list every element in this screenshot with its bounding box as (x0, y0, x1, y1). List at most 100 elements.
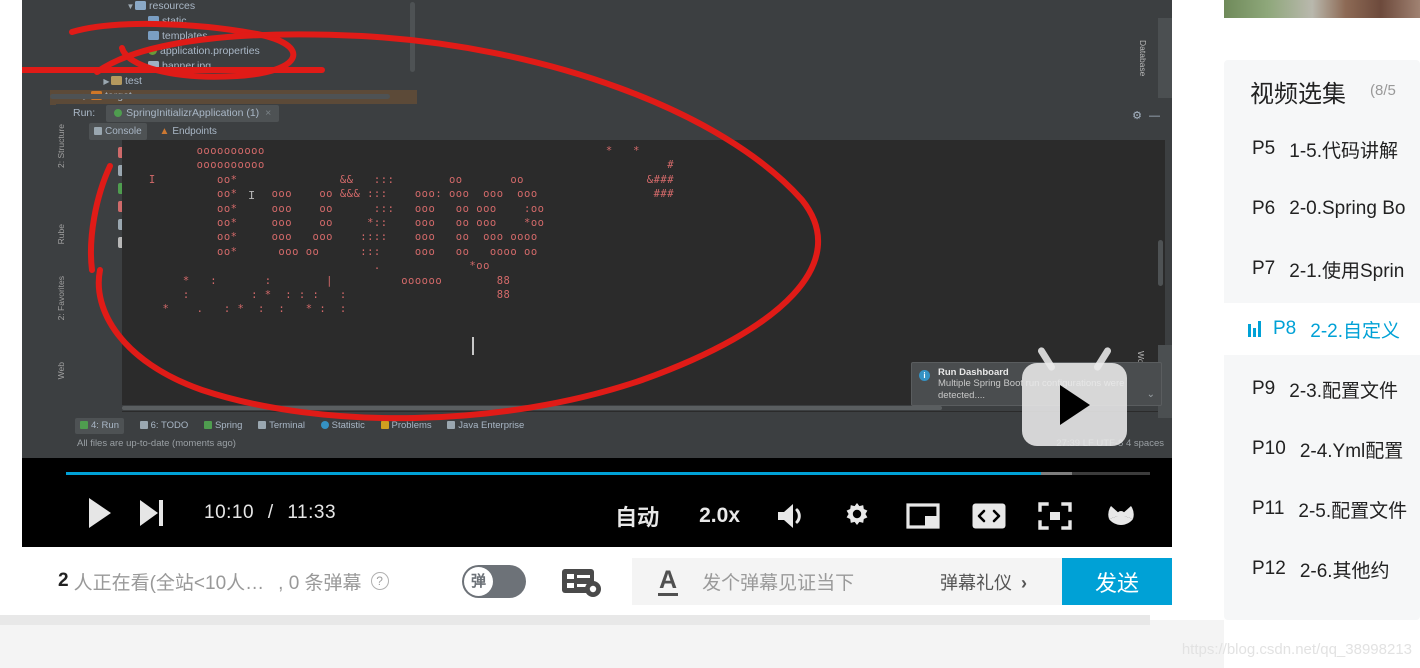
tree-item-banner-jpg[interactable]: banner.jpg (50, 60, 417, 75)
video-viewport[interactable]: ▼ resources static templates application.… (22, 0, 1172, 458)
send-danmaku-button[interactable]: 发送 (1062, 558, 1172, 605)
episode-title: 2-1.使用Sprin (1289, 260, 1405, 282)
tree-item-templates[interactable]: templates (50, 30, 417, 45)
episode-title: 2-5.配置文件 (1298, 500, 1408, 522)
tree-item-test[interactable]: ▶ test (50, 75, 417, 90)
now-playing-icon (1248, 321, 1261, 337)
danmaku-input-area[interactable]: A 发个弹幕见证当下 弹幕礼仪 › 发送 (632, 558, 1172, 605)
bilibili-video-page: ▼ resources static templates application.… (0, 0, 1420, 668)
bottom-tab-terminal[interactable]: Terminal (258, 418, 305, 434)
image-file-icon (148, 61, 159, 70)
current-time: 10:10 (204, 502, 255, 523)
settings-button[interactable] (824, 496, 890, 536)
pip-button[interactable] (890, 496, 956, 536)
run-subtabs: Console ▲ Endpoints (67, 123, 1172, 140)
quality-button[interactable]: 自动 (593, 496, 681, 536)
tool-tab-database[interactable]: Database (1138, 18, 1172, 98)
picture-in-picture-icon (906, 503, 940, 529)
tree-item-static[interactable]: static (50, 15, 417, 30)
episode-item-p6[interactable]: P6 2-0.Spring Bo (1224, 183, 1420, 235)
volume-icon (778, 504, 801, 528)
episode-item-p10[interactable]: P10 2-4.Yml配置 (1224, 423, 1420, 475)
play-icon (89, 498, 111, 528)
gear-icon (846, 503, 868, 525)
play-button[interactable] (78, 496, 122, 530)
episode-item-p12[interactable]: P12 2-6.其他约 (1224, 543, 1420, 595)
tree-vertical-scrollbar[interactable] (410, 2, 415, 72)
folder-icon (111, 76, 122, 85)
fullscreen-button[interactable] (1022, 496, 1088, 536)
tab-label: Console (105, 126, 142, 137)
player-control-bar: 10:10 / 11:33 自动 2.0x (22, 458, 1172, 547)
danmaku-send-bar: 2 人正在看(全站<10人… , 0 条弹幕 ? 弹 A 发个弹幕见证当下 弹幕… (22, 547, 1172, 615)
properties-file-icon (148, 46, 157, 55)
volume-button[interactable] (758, 496, 824, 536)
danmaku-toggle[interactable]: 弹 (462, 565, 526, 598)
tree-horizontal-scrollbar[interactable] (50, 94, 390, 99)
viewer-count-text: 人正在看(全站<10人… (73, 572, 265, 594)
power-danmaku-button[interactable] (1088, 496, 1154, 536)
bilibili-tv-logo-watermark (1022, 363, 1127, 446)
tab-endpoints[interactable]: ▲ Endpoints (159, 123, 216, 140)
danmaku-settings-button[interactable] (560, 565, 606, 599)
chevron-down-icon[interactable]: ⌄ (1147, 389, 1155, 400)
bottom-tab-statistic[interactable]: Statistic (320, 418, 365, 434)
episode-title: 1-5.代码讲解 (1289, 140, 1398, 162)
blog-watermark: https://blog.csdn.net/qq_38998213 (1181, 641, 1412, 658)
danmaku-count-text: , 0 条弹幕 (278, 572, 362, 594)
video-player[interactable]: ▼ resources static templates application.… (22, 0, 1172, 547)
tree-item-application-properties[interactable]: application.properties (50, 45, 417, 60)
close-icon[interactable]: × (265, 107, 271, 119)
run-config-name: SpringInitializrApplication (1) (126, 107, 260, 119)
run-configuration-tab[interactable]: SpringInitializrApplication (1) × (106, 105, 280, 122)
sidebar-thumbnail-image[interactable] (1224, 0, 1420, 18)
progress-bar[interactable] (66, 472, 1150, 476)
bottom-tab-problems[interactable]: Problems (380, 418, 432, 434)
bottom-tab-run[interactable]: 4: Run (75, 418, 124, 434)
episode-list-title: 视频选集 (1250, 81, 1346, 108)
time-separator: / (267, 502, 274, 523)
episode-item-p7[interactable]: P7 2-1.使用Sprin (1224, 243, 1420, 295)
tab-label: Endpoints (172, 126, 217, 137)
bottom-tab-java-enterprise[interactable]: Java Enterprise (447, 418, 524, 434)
next-episode-button[interactable] (122, 496, 182, 530)
console-vertical-scrollbar[interactable] (1158, 240, 1163, 286)
episode-item-p9[interactable]: P9 2-3.配置文件 (1224, 363, 1420, 415)
episode-item-p5[interactable]: P5 1-5.代码讲解 (1224, 123, 1420, 175)
status-text: All files are up-to-date (moments ago) (77, 438, 236, 449)
episode-number: P6 (1252, 198, 1276, 219)
progress-played (66, 472, 1041, 475)
bottom-tab-spring[interactable]: Spring (203, 418, 242, 434)
episode-item-p11[interactable]: P11 2-5.配置文件 (1224, 483, 1420, 535)
episode-number: P12 (1252, 558, 1286, 579)
player-left-controls: 10:10 / 11:33 (78, 496, 336, 530)
episode-item-p8[interactable]: P8 2-2.自定义 (1224, 303, 1420, 355)
danmaku-toggle-knob: 弹 (464, 567, 493, 596)
tree-item-resources[interactable]: ▼ resources (50, 0, 417, 15)
page-background-strip-2 (0, 615, 1150, 625)
time-display: 10:10 / 11:33 (204, 502, 336, 524)
tab-console[interactable]: Console (89, 123, 147, 140)
video-episode-list: 视频选集 (8/5 P5 1-5.代码讲解 P6 2-0.Spring Bo P… (1224, 60, 1420, 620)
chevron-right-icon: › (1021, 572, 1027, 593)
tool-tab-database-label: Database (1138, 40, 1148, 77)
viewer-count-area: 2 人正在看(全站<10人… , 0 条弹幕 ? (58, 563, 389, 599)
power-danmaku-icon (1108, 506, 1134, 525)
episode-number: P11 (1252, 498, 1285, 519)
danmaku-input[interactable]: 发个弹幕见证当下 (702, 568, 854, 595)
tree-label: application.properties (160, 45, 260, 57)
font-style-button[interactable]: A (658, 567, 679, 596)
help-icon[interactable]: ? (370, 572, 389, 590)
episode-number: P9 (1252, 378, 1276, 399)
episode-number: P7 (1252, 258, 1276, 279)
tree-label: banner.jpg (162, 60, 212, 72)
widescreen-button[interactable] (956, 496, 1022, 536)
bottom-tab-todo[interactable]: 6: TODO (139, 418, 188, 434)
folder-icon (148, 31, 159, 40)
banner-ascii-art: oooooooooo * * oooooooooo # I oo* && :::… (148, 145, 675, 316)
episode-title: 2-6.其他约 (1299, 560, 1390, 582)
episode-title: 2-2.自定义 (1310, 320, 1400, 342)
danmaku-etiquette-link[interactable]: 弹幕礼仪 › (940, 569, 1027, 595)
playback-speed-button[interactable]: 2.0x (681, 496, 758, 536)
text-caret (472, 337, 474, 355)
